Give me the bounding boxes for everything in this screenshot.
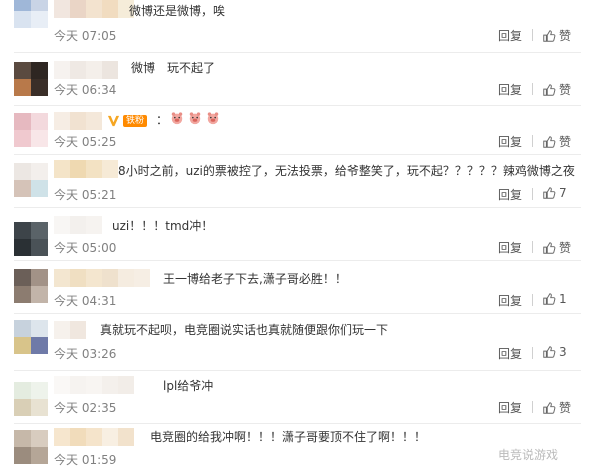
like-button[interactable]: 赞 [542, 399, 571, 416]
comment-time: 今天 03:26 [54, 347, 117, 361]
thumbs-up-icon [543, 293, 556, 305]
username[interactable] [54, 376, 134, 394]
like-label: 赞 [559, 135, 572, 149]
divider [532, 29, 533, 41]
reply-button[interactable]: 回复 [498, 133, 522, 150]
like-button[interactable]: 7 [542, 186, 567, 200]
reply-button[interactable]: 回复 [498, 27, 522, 44]
like-label: 赞 [559, 401, 572, 415]
comment-text: 王一博给老子下去,潇子哥必胜！！ [163, 272, 347, 286]
vip-badge-icon [107, 115, 120, 127]
avatar[interactable] [14, 113, 48, 147]
like-count: 7 [559, 186, 567, 200]
comment-time: 今天 02:35 [54, 401, 117, 415]
reply-button[interactable]: 回复 [498, 292, 522, 309]
pig-emoji-icon [171, 112, 183, 125]
avatar[interactable] [14, 269, 48, 303]
comment-item: 微博还是微博，唉 今天 07:05 回复 赞 [0, 0, 589, 52]
comment-item: lpl给爷冲 今天 02:35 回复 赞 [0, 371, 589, 423]
like-count: 3 [559, 345, 567, 359]
like-label: 赞 [559, 241, 572, 255]
username[interactable] [54, 112, 102, 130]
like-button[interactable]: 赞 [542, 81, 571, 98]
comment-text: lpl给爷冲 [163, 379, 214, 393]
username[interactable] [54, 428, 134, 446]
comment-item: uzi！！！tmd冲！ 今天 05:00 回复 赞 [0, 208, 589, 260]
divider [532, 401, 533, 413]
username[interactable] [54, 61, 118, 79]
comment-item: 王一博给老子下去,潇子哥必胜！！ 今天 04:31 回复 1 [0, 261, 589, 313]
avatar[interactable] [14, 62, 48, 96]
like-label: 赞 [559, 83, 572, 97]
comment-text: ： [156, 113, 169, 127]
like-button[interactable]: 赞 [542, 239, 571, 256]
comment-item: 8小时之前，uzi的票被控了，无法投票，给爷整笑了，玩不起？？？？？辣鸡微博之夜… [0, 155, 589, 207]
username[interactable] [54, 160, 118, 178]
divider [532, 135, 533, 147]
username[interactable] [54, 216, 102, 234]
reply-button[interactable]: 回复 [498, 239, 522, 256]
username[interactable] [54, 0, 134, 18]
reply-button[interactable]: 回复 [498, 399, 522, 416]
reply-button[interactable]: 回复 [498, 81, 522, 98]
comment-text: 微博 玩不起了 [131, 61, 216, 75]
thumbs-up-icon [543, 187, 556, 199]
divider [532, 347, 533, 359]
thumbs-up-icon [543, 29, 556, 42]
comment-text: uzi！！！tmd冲！ [112, 219, 214, 233]
thumbs-up-icon [543, 346, 556, 358]
comment-time: 今天 04:31 [54, 294, 117, 308]
thumbs-up-icon [543, 401, 556, 414]
fan-badge: 铁粉 [123, 115, 148, 127]
like-button[interactable]: 3 [542, 345, 567, 359]
comment-text: 8小时之前，uzi的票被控了，无法投票，给爷整笑了，玩不起？？？？？辣鸡微博之夜 [118, 164, 575, 178]
comment-text: 电竞圈的给我冲啊！！！潇子哥要顶不住了啊！！！ [150, 430, 427, 444]
avatar[interactable] [14, 163, 48, 197]
divider [532, 188, 533, 200]
comment-time: 今天 06:34 [54, 83, 117, 97]
like-count: 1 [559, 292, 567, 306]
avatar[interactable] [14, 320, 48, 354]
like-button[interactable]: 赞 [542, 27, 571, 44]
comment-time: 今天 07:05 [54, 29, 117, 43]
like-button[interactable]: 赞 [542, 133, 571, 150]
thumbs-up-icon [543, 135, 556, 148]
username[interactable] [54, 321, 86, 339]
watermark: 电竞说游戏 [498, 448, 559, 462]
divider [532, 241, 533, 253]
comment-item: 微博 玩不起了 今天 06:34 回复 赞 [0, 53, 589, 105]
reply-button[interactable]: 回复 [498, 186, 522, 203]
comment-time: 今天 05:21 [54, 188, 117, 202]
pig-emoji-icon [189, 112, 201, 125]
comment-item: 真就玩不起呗，电竞圈说实话也真就随便跟你们玩一下 今天 03:26 回复 3 [0, 314, 589, 370]
comment-text: 微博还是微博，唉 [129, 4, 226, 18]
comment-text: 真就玩不起呗，电竞圈说实话也真就随便跟你们玩一下 [100, 323, 389, 337]
comment-item: 铁粉 ： 今天 05:25 回复 赞 [0, 106, 589, 154]
reply-button[interactable]: 回复 [498, 345, 522, 362]
like-button[interactable]: 1 [542, 292, 567, 306]
avatar[interactable] [14, 382, 48, 416]
divider [532, 83, 533, 95]
avatar[interactable] [14, 0, 48, 28]
comment-time: 今天 05:25 [54, 135, 117, 149]
thumbs-up-icon [543, 83, 556, 96]
thumbs-up-icon [543, 241, 556, 254]
avatar[interactable] [14, 430, 48, 464]
divider [532, 294, 533, 306]
avatar[interactable] [14, 222, 48, 256]
like-label: 赞 [559, 29, 572, 43]
pig-emoji-icon [207, 112, 219, 125]
username[interactable] [54, 269, 150, 287]
comment-time: 今天 05:00 [54, 241, 117, 255]
comment-time: 今天 01:59 [54, 453, 117, 467]
